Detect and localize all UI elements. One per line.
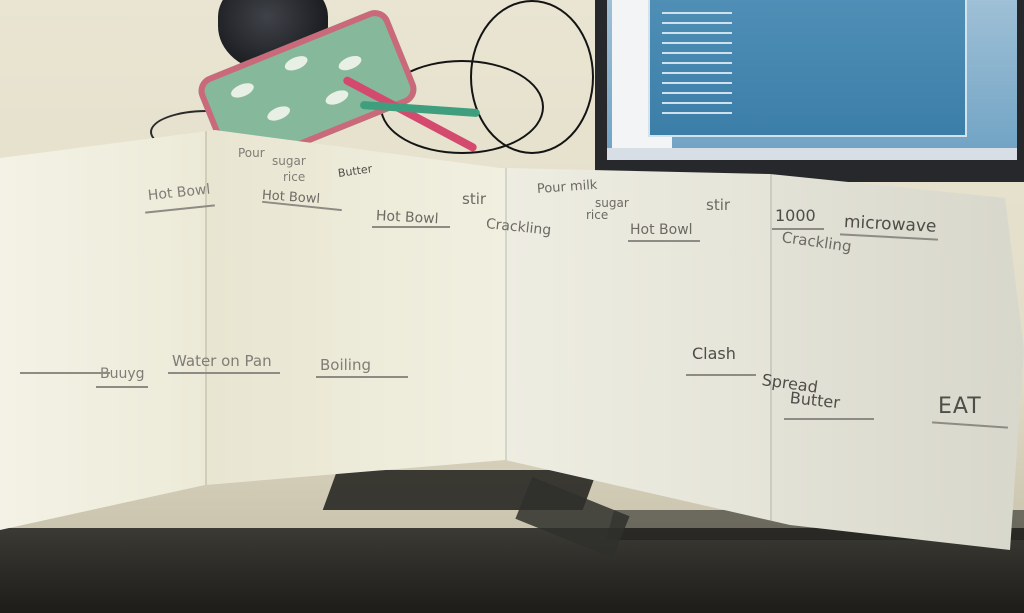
note-stir: stir xyxy=(706,196,731,214)
paper-fold xyxy=(770,130,772,550)
note-clash: Clash xyxy=(692,344,736,363)
note-underline xyxy=(96,386,148,388)
note-1000: 1000 xyxy=(775,206,816,225)
file-list-row xyxy=(662,62,732,64)
note-boiling: Boiling xyxy=(320,356,371,374)
file-list-row xyxy=(662,32,732,34)
pouch-pattern xyxy=(265,103,293,124)
file-list-row xyxy=(662,92,732,94)
file-list-row xyxy=(662,102,732,104)
file-list-row xyxy=(662,42,732,44)
note-underline xyxy=(372,226,450,228)
note-hot-bowl: Hot Bowl xyxy=(630,222,693,238)
note-buuyg: Buuyg xyxy=(100,366,145,382)
file-list-window xyxy=(650,0,965,135)
desk-edge xyxy=(0,528,1024,613)
note-eat: EAT xyxy=(938,394,982,419)
note-underline xyxy=(772,228,824,230)
note-underline xyxy=(316,376,408,378)
note-underline xyxy=(686,374,756,376)
pouch-pattern xyxy=(229,80,256,101)
note-underline xyxy=(784,418,874,420)
note-hot-bowl: Hot Bowl xyxy=(375,208,439,228)
taskbar xyxy=(607,148,1017,160)
photo-scene: Hot Bowl Pour sugar rice Butter Hot Bowl… xyxy=(0,0,1024,613)
note-stir: stir xyxy=(462,190,487,208)
file-list-row xyxy=(662,72,732,74)
pouch-pattern xyxy=(336,53,364,74)
note-sugar: sugar xyxy=(272,154,306,168)
note-water-on-pan: Water on Pan xyxy=(172,352,272,370)
note-underline xyxy=(168,372,280,374)
note-pour: Pour xyxy=(238,146,265,160)
pouch-pattern xyxy=(323,87,351,108)
note-underline xyxy=(628,240,700,242)
file-list-row xyxy=(662,52,732,54)
note-rice: rice xyxy=(283,170,306,184)
file-list-row xyxy=(662,112,732,114)
paper-panel xyxy=(770,130,1024,550)
file-list-row xyxy=(662,12,732,14)
file-list-row xyxy=(662,22,732,24)
pouch-pattern xyxy=(282,53,310,74)
file-list-row xyxy=(662,82,732,84)
note-rice: rice xyxy=(586,208,609,222)
note-underline xyxy=(20,372,110,374)
